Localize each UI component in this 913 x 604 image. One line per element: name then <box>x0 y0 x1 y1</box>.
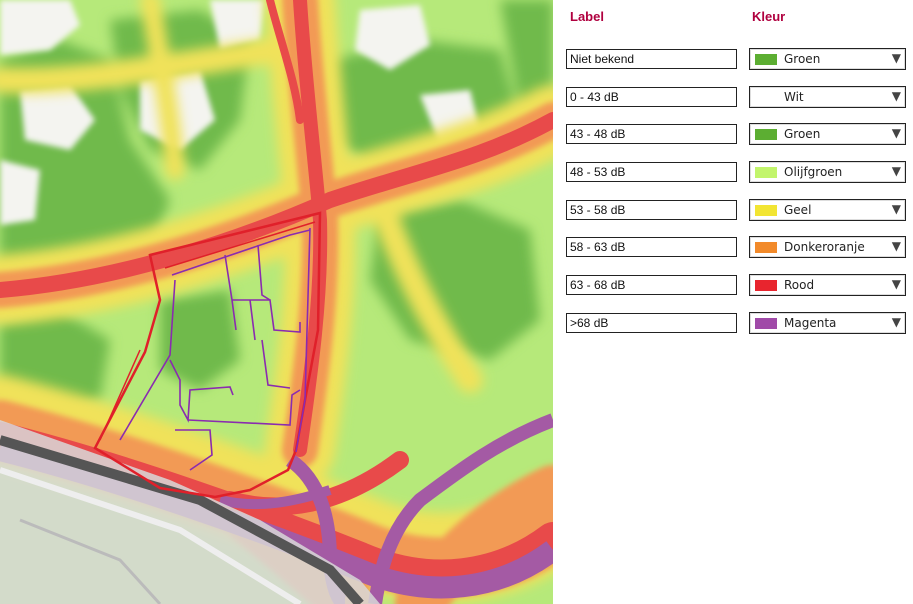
color-name: Olijfgroen <box>784 165 843 179</box>
chevron-down-icon[interactable]: ▼ <box>892 239 901 253</box>
color-name: Geel <box>784 203 812 217</box>
color-name: Wit <box>784 90 804 104</box>
label-input[interactable]: 63 - 68 dB <box>566 275 737 295</box>
legend-row: 48 - 53 dB Olijfgroen ▼ <box>553 161 913 184</box>
legend-row: 58 - 63 dB Donkeroranje ▼ <box>553 236 913 259</box>
legend-panel: Label Kleur Niet bekend Groen ▼ 0 - 43 dB Wi… <box>553 0 913 604</box>
color-select[interactable]: Rood ▼ <box>749 274 906 296</box>
legend-row: Niet bekend Groen ▼ <box>553 48 913 71</box>
chevron-down-icon[interactable]: ▼ <box>892 202 901 216</box>
color-select[interactable]: Geel ▼ <box>749 199 906 221</box>
color-name: Groen <box>784 127 821 141</box>
color-select[interactable]: Groen ▼ <box>749 123 906 145</box>
legend-row: 63 - 68 dB Rood ▼ <box>553 274 913 297</box>
label-input[interactable]: 58 - 63 dB <box>566 237 737 257</box>
chevron-down-icon[interactable]: ▼ <box>892 126 901 140</box>
color-select[interactable]: Wit ▼ <box>749 86 906 108</box>
color-swatch <box>755 205 777 216</box>
color-select[interactable]: Magenta ▼ <box>749 312 906 334</box>
color-select[interactable]: Donkeroranje ▼ <box>749 236 906 258</box>
noise-map-canvas <box>0 0 553 604</box>
color-select[interactable]: Olijfgroen ▼ <box>749 161 906 183</box>
color-select[interactable]: Groen ▼ <box>749 48 906 70</box>
label-input[interactable]: 53 - 58 dB <box>566 200 737 220</box>
chevron-down-icon[interactable]: ▼ <box>892 89 901 103</box>
legend-row: 53 - 58 dB Geel ▼ <box>553 199 913 222</box>
label-column-header: Label <box>570 9 604 24</box>
label-input[interactable]: >68 dB <box>566 313 737 333</box>
color-swatch <box>755 54 777 65</box>
color-swatch <box>755 280 777 291</box>
chevron-down-icon[interactable]: ▼ <box>892 164 901 178</box>
color-swatch <box>755 92 777 103</box>
legend-row: 0 - 43 dB Wit ▼ <box>553 86 913 109</box>
color-swatch <box>755 242 777 253</box>
chevron-down-icon[interactable]: ▼ <box>892 51 901 65</box>
color-name: Rood <box>784 278 815 292</box>
label-input[interactable]: Niet bekend <box>566 49 737 69</box>
color-name: Donkeroranje <box>784 240 865 254</box>
label-input[interactable]: 48 - 53 dB <box>566 162 737 182</box>
chevron-down-icon[interactable]: ▼ <box>892 277 901 291</box>
color-swatch <box>755 318 777 329</box>
noise-map[interactable] <box>0 0 553 604</box>
label-input[interactable]: 43 - 48 dB <box>566 124 737 144</box>
label-input[interactable]: 0 - 43 dB <box>566 87 737 107</box>
chevron-down-icon[interactable]: ▼ <box>892 315 901 329</box>
color-swatch <box>755 167 777 178</box>
color-name: Groen <box>784 52 821 66</box>
legend-row: 43 - 48 dB Groen ▼ <box>553 123 913 146</box>
color-swatch <box>755 129 777 140</box>
color-column-header: Kleur <box>752 9 786 24</box>
color-name: Magenta <box>784 316 837 330</box>
legend-row: >68 dB Magenta ▼ <box>553 312 913 335</box>
